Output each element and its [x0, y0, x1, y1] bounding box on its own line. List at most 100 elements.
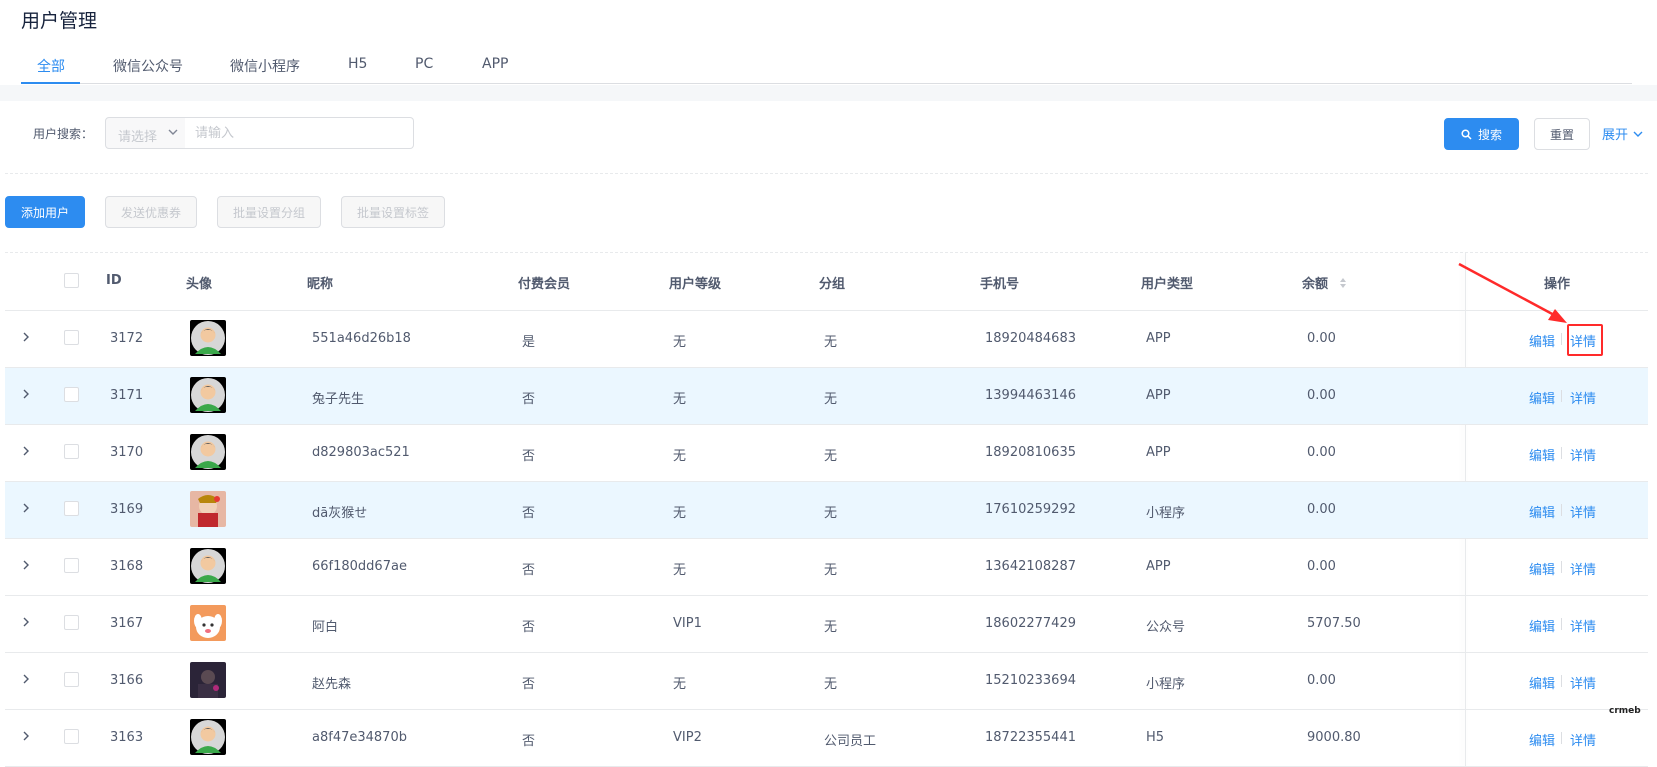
cell-user-level: 无 [673, 392, 687, 407]
dashed-divider [5, 173, 1648, 174]
header-user-level: 用户等级 [669, 277, 722, 292]
detail-link[interactable]: 详情 [1570, 559, 1596, 578]
tab-app[interactable]: APP [482, 56, 508, 72]
batch-set-group-button[interactable]: 批量设置分组 [217, 196, 321, 228]
row-checkbox[interactable] [64, 387, 79, 402]
batch-set-tag-button[interactable]: 批量设置标签 [341, 196, 445, 228]
detail-link[interactable]: 详情 [1570, 388, 1596, 407]
cell-phone: 18602277429 [985, 616, 1076, 631]
cell-id: 3171 [110, 388, 144, 403]
tab-wechat-official[interactable]: 微信公众号 [113, 56, 183, 76]
tab-all[interactable]: 全部 [37, 56, 65, 76]
tab-wechat-miniprogram[interactable]: 微信小程序 [230, 56, 300, 76]
cell-phone: 15210233694 [985, 673, 1076, 688]
cell-balance: 0.00 [1307, 445, 1336, 460]
cell-balance: 0.00 [1307, 502, 1336, 517]
action-divider [1561, 390, 1562, 402]
user-avatar [190, 320, 226, 356]
cell-phone: 13994463146 [985, 388, 1076, 403]
edit-link[interactable]: 编辑 [1529, 730, 1555, 749]
sort-icon[interactable] [1339, 277, 1347, 293]
cell-paid-member: 否 [522, 563, 536, 578]
watermark-logo: crmeb [1609, 706, 1641, 716]
table-row: 3168 66f180dd67ae 否 无 无 13642108287 APP 0.00 编辑详… [5, 539, 1648, 596]
cell-user-level: 无 [673, 506, 687, 521]
cell-user-type: APP [1146, 331, 1171, 346]
cell-user-level: 无 [673, 563, 687, 578]
search-input[interactable] [185, 117, 414, 149]
page-title: 用户管理 [21, 10, 98, 32]
cell-user-type: APP [1146, 445, 1171, 460]
cell-group: 无 [824, 392, 838, 407]
cell-group: 无 [824, 449, 838, 464]
row-expand-chevron-icon[interactable] [21, 671, 31, 691]
cell-user-level: VIP1 [673, 616, 702, 631]
row-checkbox[interactable] [64, 729, 79, 744]
reset-button[interactable]: 重置 [1534, 118, 1590, 150]
send-coupon-button[interactable]: 发送优惠券 [105, 196, 197, 228]
cell-id: 3170 [110, 445, 144, 460]
action-divider [1561, 333, 1562, 345]
row-checkbox[interactable] [64, 330, 79, 345]
header-balance[interactable]: 余额 [1302, 273, 1347, 293]
section-divider [0, 85, 1657, 101]
search-button[interactable]: 搜索 [1444, 118, 1519, 150]
action-divider [1561, 561, 1562, 573]
cell-balance: 0.00 [1307, 673, 1336, 688]
edit-link[interactable]: 编辑 [1529, 616, 1555, 635]
edit-link[interactable]: 编辑 [1529, 502, 1555, 521]
detail-link[interactable]: 详情 [1570, 445, 1596, 464]
detail-link[interactable]: 详情 [1570, 673, 1596, 692]
edit-link[interactable]: 编辑 [1529, 331, 1555, 350]
header-actions: 操作 [1544, 277, 1571, 292]
cell-group: 公司员工 [824, 734, 877, 749]
cell-phone: 18722355441 [985, 730, 1076, 745]
cell-paid-member: 否 [522, 449, 536, 464]
user-avatar [190, 605, 226, 641]
row-expand-chevron-icon[interactable] [21, 443, 31, 463]
edit-link[interactable]: 编辑 [1529, 388, 1555, 407]
cell-user-type: 小程序 [1146, 506, 1186, 521]
action-divider [1561, 618, 1562, 630]
edit-link[interactable]: 编辑 [1529, 445, 1555, 464]
cell-user-level: 无 [673, 677, 687, 692]
row-expand-chevron-icon[interactable] [21, 386, 31, 406]
row-expand-chevron-icon[interactable] [21, 500, 31, 520]
balance-header-label: 余额 [1302, 277, 1329, 292]
table-row: 3166 赵先森 否 无 无 15210233694 小程序 0.00 编辑 详情 [5, 653, 1648, 710]
cell-user-level: VIP2 [673, 730, 702, 745]
detail-link[interactable]: 详情 [1570, 502, 1596, 521]
row-expand-chevron-icon[interactable] [21, 329, 31, 349]
cell-nickname: d829803ac521 [312, 445, 410, 460]
header-id: ID [106, 273, 122, 288]
row-checkbox[interactable] [64, 558, 79, 573]
edit-link[interactable]: 编辑 [1529, 673, 1555, 692]
search-button-label: 搜索 [1477, 127, 1502, 142]
edit-link[interactable]: 编辑 [1529, 559, 1555, 578]
select-all-checkbox[interactable] [64, 273, 79, 288]
row-expand-chevron-icon[interactable] [21, 728, 31, 748]
cell-phone: 17610259292 [985, 502, 1076, 517]
detail-link[interactable]: 详情 [1570, 730, 1596, 749]
row-checkbox[interactable] [64, 501, 79, 516]
table-row: 3170 d829803ac521 否 无 无 18920810635 APP 0.00 编辑详… [5, 425, 1648, 482]
cell-balance: 9000.80 [1307, 730, 1361, 745]
row-checkbox[interactable] [64, 672, 79, 687]
add-user-button[interactable]: 添加用户 [5, 196, 85, 228]
cell-nickname: 赵先森 [312, 677, 352, 692]
action-divider [1561, 732, 1562, 744]
cell-phone: 18920484683 [985, 331, 1076, 346]
cell-group: 无 [824, 335, 838, 350]
row-checkbox[interactable] [64, 444, 79, 459]
row-expand-chevron-icon[interactable] [21, 557, 31, 577]
user-avatar [190, 548, 226, 584]
search-field-select[interactable]: 请选择 [105, 117, 186, 149]
expand-filters-link[interactable]: 展开 [1602, 124, 1644, 144]
row-checkbox[interactable] [64, 615, 79, 630]
tab-h5[interactable]: H5 [348, 56, 367, 72]
tab-pc[interactable]: PC [415, 56, 433, 72]
cell-id: 3168 [110, 559, 144, 574]
cell-user-type: H5 [1146, 730, 1165, 745]
row-expand-chevron-icon[interactable] [21, 614, 31, 634]
detail-link[interactable]: 详情 [1570, 616, 1596, 635]
